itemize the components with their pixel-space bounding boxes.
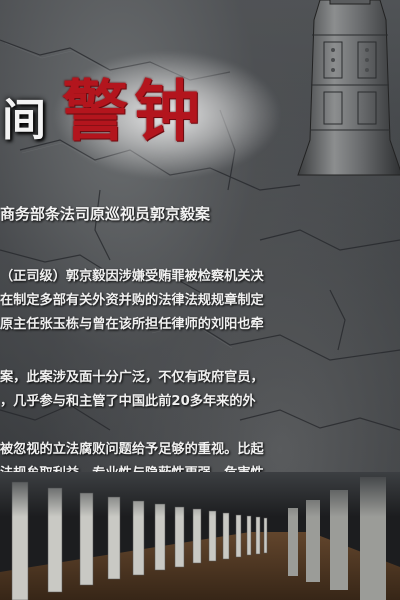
title-fragment: 间 (2, 95, 46, 146)
colonnade-image (0, 472, 400, 600)
case-subtitle: 商务部条法司原巡视员郭京毅案 (0, 205, 211, 223)
poster-background: 间 警钟 商务部条法司原巡视员郭京毅案 （正司级）郭京毅因涉嫌受贿罪被检察机关决… (0, 0, 400, 600)
paragraph-1-line-1: （正司级）郭京毅因涉嫌受贿罪被检察机关决 (0, 269, 264, 284)
paragraph-2-line-1: 案，此案涉及面十分广泛，不仅有政府官员， (0, 370, 264, 385)
paragraph-2-line-2: ，几乎参与和主管了中国此前20多年来的外 (0, 394, 256, 409)
paragraph-1-line-3: 原主任张玉栋与曾在该所担任律师的刘阳也牵 (0, 317, 264, 332)
paragraph-1-line-2: 在制定多部有关外资并购的法律法规规章制定 (0, 293, 264, 308)
bell-icon (297, 0, 400, 176)
main-title: 警钟 (62, 73, 206, 150)
paragraph-3-line-1: 被忽视的立法腐败问题给予足够的重视。比起 (0, 442, 264, 457)
